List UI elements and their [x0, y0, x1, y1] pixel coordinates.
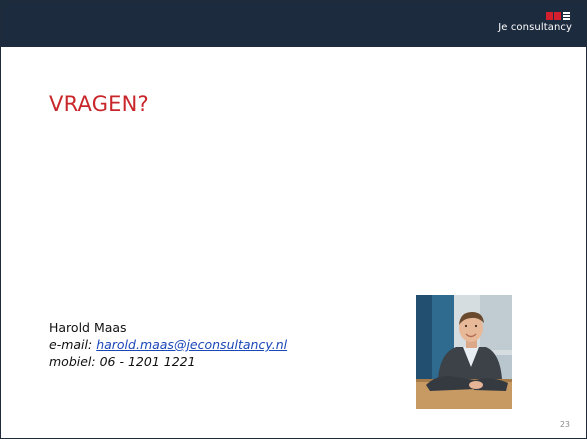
contact-name: Harold Maas — [49, 320, 127, 335]
email-row: e-mail: harold.maas@jeconsultancy.nl — [49, 336, 287, 353]
email-label: e-mail: — [49, 337, 93, 352]
logo-text: Je consultancy — [498, 22, 572, 33]
portrait-photo — [416, 295, 512, 409]
phone-row: mobiel: 06 - 1201 1221 — [49, 353, 287, 370]
phone-label: mobiel: — [49, 354, 96, 369]
logo-mark-icon — [544, 12, 570, 22]
contact-block: Harold Maas e-mail: harold.maas@jeconsul… — [49, 319, 287, 370]
slide-title: VRAGEN? — [49, 92, 149, 116]
company-logo: Je consultancy — [498, 12, 572, 38]
slide: Je consultancy VRAGEN? Harold Maas e-mai… — [0, 0, 587, 439]
phone-number: 06 - 1201 1221 — [99, 354, 196, 369]
page-number: 23 — [559, 420, 570, 429]
header-bar: Je consultancy — [1, 1, 586, 47]
email-link[interactable]: harold.maas@jeconsultancy.nl — [96, 337, 287, 352]
